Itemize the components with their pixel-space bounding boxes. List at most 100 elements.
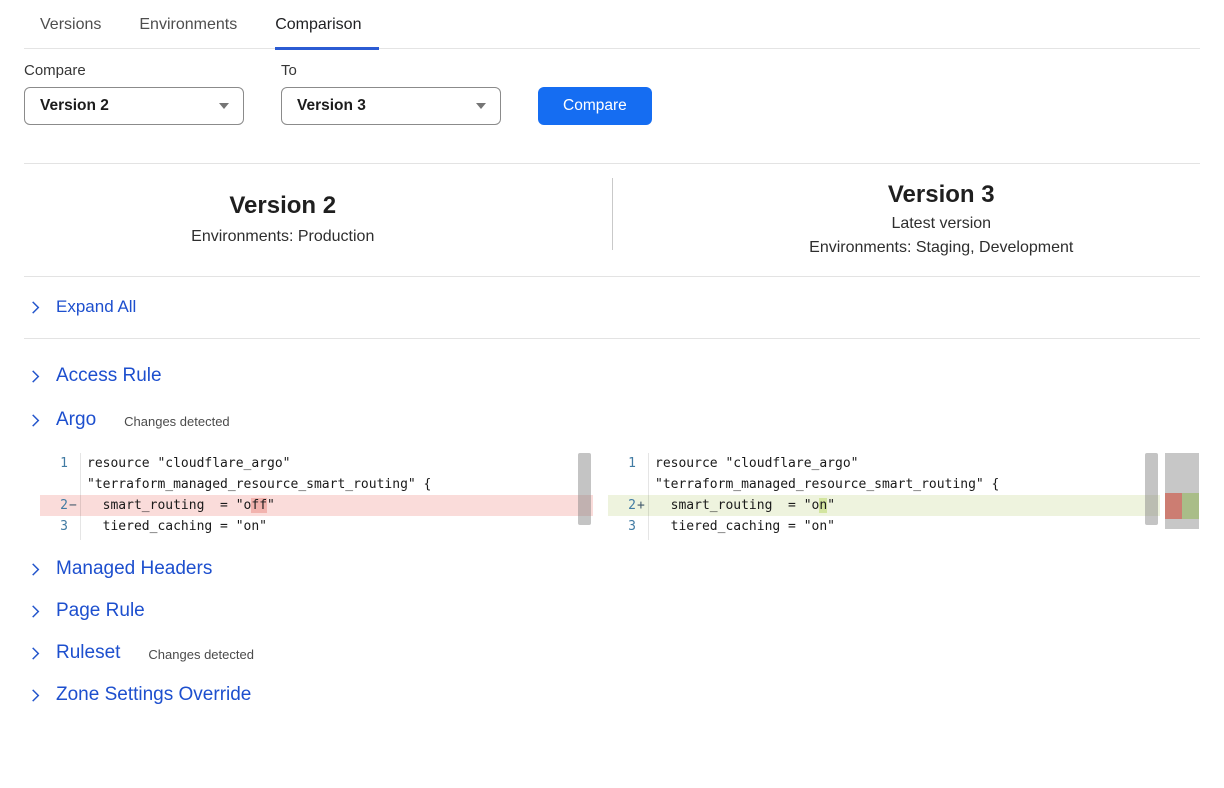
- code-text: resource "cloudflare_argo": [80, 453, 593, 474]
- compare-to-group: To Version 3: [281, 62, 501, 125]
- compare-button[interactable]: Compare: [538, 87, 652, 125]
- diff-sign: [636, 453, 648, 474]
- code-text: tiered_caching = "on": [648, 516, 1160, 537]
- code-text-pre: smart_routing = "o: [87, 498, 251, 513]
- line-number: 1: [40, 453, 68, 474]
- compare-from-select[interactable]: Version 2: [24, 87, 244, 125]
- version-right-header: Version 3 Latest version Environments: S…: [613, 174, 1201, 264]
- version-headers: Version 2 Environments: Production Versi…: [24, 164, 1200, 276]
- section-label: Zone Settings Override: [56, 684, 251, 706]
- code-text: tiered_caching = "on": [80, 516, 593, 537]
- code-line-wrap: "terraform_managed_resource_smart_routin…: [608, 474, 1160, 495]
- code-line: 3 tiered_caching = "on": [40, 516, 593, 537]
- version-left-environments: Environments: Production: [191, 228, 374, 246]
- added-marker: [1182, 493, 1199, 519]
- section-label: Ruleset: [56, 642, 120, 664]
- line-number: 1: [608, 453, 636, 474]
- section-zone-settings-override[interactable]: Zone Settings Override: [28, 684, 1200, 706]
- section-argo[interactable]: Argo Changes detected: [28, 409, 1200, 431]
- line-number: 3: [40, 516, 68, 537]
- code-line-clipped: }: [40, 537, 593, 540]
- argo-diff-viewer: 1 resource "cloudflare_argo" "terraform_m…: [40, 453, 1224, 540]
- version-left-header: Version 2 Environments: Production: [24, 174, 612, 264]
- code-text-suffix: ": [827, 498, 835, 513]
- code-text: resource "cloudflare_argo": [648, 453, 1160, 474]
- scrollbar-left[interactable]: [575, 453, 593, 540]
- removed-marker: [1165, 493, 1182, 519]
- code-text: smart_routing = "off": [80, 495, 593, 516]
- removed-inline-highlight: ff: [251, 498, 267, 513]
- code-text: }: [648, 537, 1160, 540]
- code-line: 1 resource "cloudflare_argo": [608, 453, 1160, 474]
- compare-controls: Compare Version 2 To Version 3 Compare: [24, 62, 1224, 125]
- section-ruleset[interactable]: Ruleset Changes detected: [28, 642, 1200, 664]
- code-line-removed: 2− smart_routing = "off": [40, 495, 593, 516]
- version-left-title: Version 2: [229, 192, 336, 220]
- scrollbar-thumb[interactable]: [578, 453, 591, 525]
- version-right-environments: Environments: Staging, Development: [809, 239, 1073, 257]
- diff-sign: [636, 537, 648, 540]
- divider: [24, 338, 1200, 339]
- code-line: 3 tiered_caching = "on": [608, 516, 1160, 537]
- compare-to-label: To: [281, 62, 501, 79]
- chevron-right-icon: [28, 604, 43, 619]
- changes-detected-badge: Changes detected: [148, 647, 254, 662]
- chevron-right-icon: [28, 369, 43, 384]
- code-text-suffix: ": [267, 498, 275, 513]
- line-number: [40, 474, 68, 495]
- code-text: "terraform_managed_resource_smart_routin…: [648, 474, 1160, 495]
- comparison-page: Versions Environments Comparison Compare…: [0, 0, 1224, 706]
- chevron-down-icon: [219, 103, 229, 109]
- diff-panel-left: 1 resource "cloudflare_argo" "terraform_m…: [40, 453, 593, 540]
- section-managed-headers[interactable]: Managed Headers: [28, 558, 1200, 580]
- code-text: smart_routing = "on": [648, 495, 1160, 516]
- line-number: 2: [608, 495, 636, 516]
- section-label: Argo: [56, 409, 96, 431]
- code-text: "terraform_managed_resource_smart_routin…: [80, 474, 593, 495]
- line-number: [40, 537, 68, 540]
- line-number: 2: [40, 495, 68, 516]
- line-number: [608, 474, 636, 495]
- compare-to-select[interactable]: Version 3: [281, 87, 501, 125]
- expand-all-label: Expand All: [56, 297, 136, 317]
- section-label: Managed Headers: [56, 558, 212, 580]
- diff-panel-right: 1 resource "cloudflare_argo" "terraform_m…: [608, 453, 1160, 540]
- diff-sign: [68, 516, 80, 537]
- changes-detected-badge: Changes detected: [124, 414, 230, 429]
- chevron-right-icon: [28, 562, 43, 577]
- code-line-clipped: }: [608, 537, 1160, 540]
- compare-to-value: Version 3: [297, 97, 366, 115]
- expand-all-toggle[interactable]: Expand All: [28, 277, 1200, 338]
- diff-overview-minimap[interactable]: [1165, 453, 1199, 529]
- code-line-added: 2+ smart_routing = "on": [608, 495, 1160, 516]
- tab-environments[interactable]: Environments: [139, 16, 237, 48]
- section-access-rule[interactable]: Access Rule: [28, 365, 1200, 387]
- scrollbar-thumb[interactable]: [1145, 453, 1158, 525]
- section-label: Access Rule: [56, 365, 162, 387]
- chevron-right-icon: [28, 413, 43, 428]
- compare-from-value: Version 2: [40, 97, 109, 115]
- code-line-wrap: "terraform_managed_resource_smart_routin…: [40, 474, 593, 495]
- diff-sign: [68, 453, 80, 474]
- diff-change-marker: [1165, 493, 1199, 519]
- line-number: 3: [608, 516, 636, 537]
- line-number: [608, 537, 636, 540]
- scrollbar-right[interactable]: [1142, 453, 1160, 540]
- diff-sign: [636, 516, 648, 537]
- chevron-down-icon: [476, 103, 486, 109]
- diff-plus-sign: +: [636, 495, 648, 516]
- tab-comparison[interactable]: Comparison: [275, 16, 379, 50]
- chevron-right-icon: [28, 646, 43, 661]
- code-text-pre: smart_routing = "o: [655, 498, 819, 513]
- tab-bar: Versions Environments Comparison: [24, 0, 1200, 49]
- diff-sign: [636, 474, 648, 495]
- diff-sign: [68, 537, 80, 540]
- compare-from-group: Compare Version 2: [24, 62, 244, 125]
- version-right-subtitle: Latest version: [891, 215, 991, 233]
- tab-versions[interactable]: Versions: [40, 16, 101, 48]
- version-right-title: Version 3: [888, 181, 995, 209]
- compare-from-label: Compare: [24, 62, 244, 79]
- diff-minus-sign: −: [68, 495, 80, 516]
- section-page-rule[interactable]: Page Rule: [28, 600, 1200, 622]
- diff-sign: [68, 474, 80, 495]
